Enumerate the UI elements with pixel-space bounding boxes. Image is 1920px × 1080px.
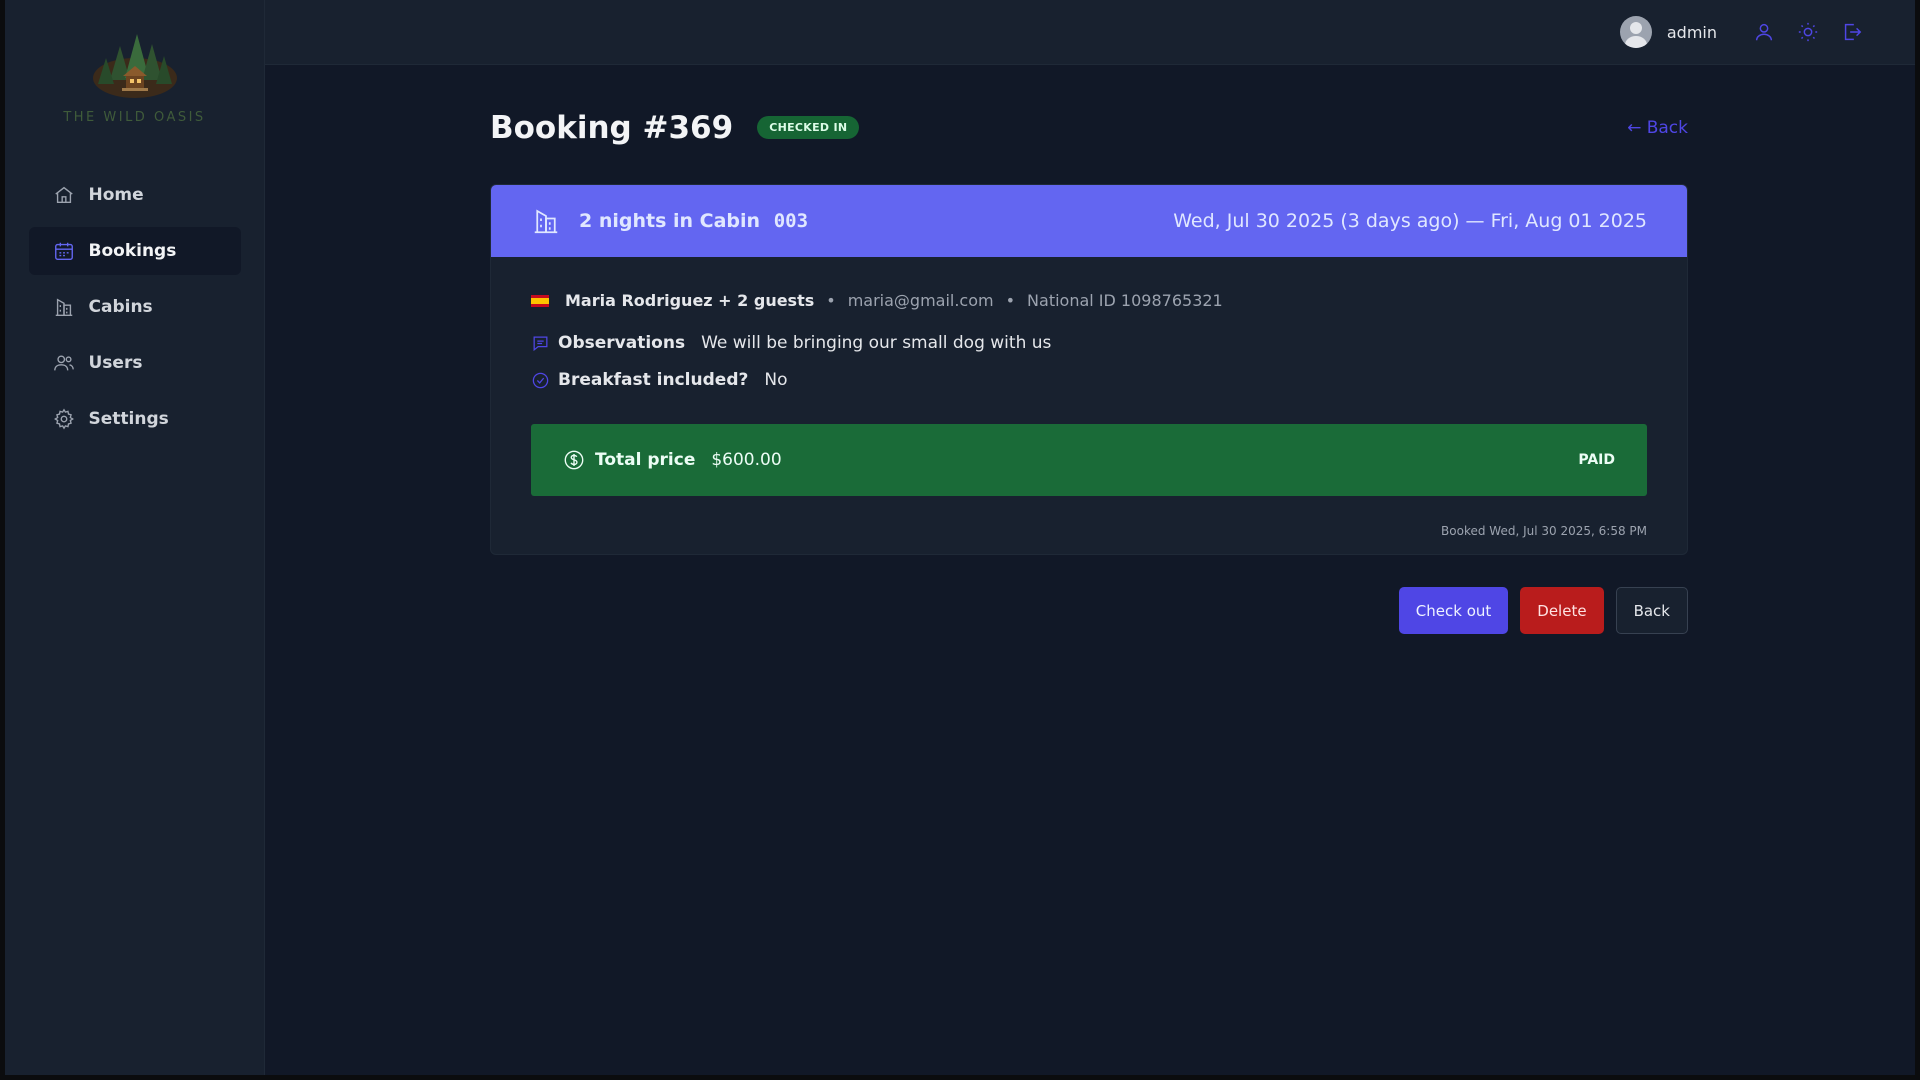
dollar-icon bbox=[563, 449, 585, 471]
sun-icon[interactable] bbox=[1797, 21, 1819, 43]
logo-title: THE WILD OASIS bbox=[63, 110, 206, 125]
guest-name: Maria Rodriguez + 2 guests bbox=[565, 291, 815, 310]
booking-details-card: 2 nights in Cabin 003 Wed, Jul 30 2025 (… bbox=[490, 184, 1688, 555]
delete-button[interactable]: Delete bbox=[1520, 587, 1604, 634]
payment-status: PAID bbox=[1578, 452, 1615, 468]
booking-dates: Wed, Jul 30 2025 (3 days ago) — Fri, Aug… bbox=[1173, 210, 1647, 232]
sidebar-nav: Home Bookings Cabins Users Settings bbox=[28, 171, 241, 443]
calendar-icon bbox=[53, 240, 75, 262]
status-badge: CHECKED IN bbox=[757, 116, 860, 139]
sidebar-item-cabins[interactable]: Cabins bbox=[29, 283, 241, 331]
price-value: $600.00 bbox=[711, 450, 782, 470]
guest-national-id: National ID 1098765321 bbox=[1027, 291, 1223, 310]
breakfast-label: Breakfast included? bbox=[558, 370, 749, 390]
booking-header-band: 2 nights in Cabin 003 Wed, Jul 30 2025 (… bbox=[491, 185, 1687, 257]
separator: • bbox=[826, 291, 836, 310]
chat-icon bbox=[531, 334, 550, 353]
price-box: Total price $600.00 PAID bbox=[531, 424, 1647, 496]
avatar bbox=[1619, 16, 1652, 48]
page-content: Booking #369 CHECKED IN ← Back 2 nights … bbox=[265, 65, 1915, 634]
check-circle-icon bbox=[531, 371, 550, 390]
observations-label: Observations bbox=[558, 333, 686, 353]
sidebar-item-label: Users bbox=[88, 353, 143, 373]
cabin-icon bbox=[531, 206, 561, 236]
cabin-number: 003 bbox=[773, 210, 809, 232]
username: admin bbox=[1666, 22, 1717, 42]
check-out-button[interactable]: Check out bbox=[1398, 587, 1509, 634]
action-bar: Check out Delete Back bbox=[490, 587, 1688, 634]
back-button[interactable]: Back bbox=[1615, 587, 1688, 634]
page-title: Booking #369 bbox=[490, 109, 734, 146]
sidebar-item-label: Home bbox=[88, 185, 144, 205]
top-header: admin bbox=[265, 0, 1915, 65]
logout-icon[interactable] bbox=[1841, 21, 1863, 43]
sidebar-item-users[interactable]: Users bbox=[29, 339, 241, 387]
price-label: Total price bbox=[595, 450, 696, 470]
sidebar-item-label: Cabins bbox=[88, 297, 153, 317]
user-icon[interactable] bbox=[1753, 21, 1775, 43]
main-area: admin Booking #369 CHECKED IN ← Back 2 n… bbox=[265, 0, 1915, 1075]
app-window: THE WILD OASIS Home Bookings Cabins User… bbox=[5, 0, 1915, 1075]
sidebar-item-bookings[interactable]: Bookings bbox=[28, 227, 241, 275]
separator: • bbox=[1005, 291, 1016, 310]
sidebar-item-label: Settings bbox=[88, 409, 169, 429]
nights-text: 2 nights in Cabin bbox=[579, 210, 761, 232]
guest-email: maria@gmail.com bbox=[847, 291, 994, 310]
sidebar: THE WILD OASIS Home Bookings Cabins User… bbox=[5, 0, 265, 1075]
sidebar-item-settings[interactable]: Settings bbox=[29, 395, 241, 443]
observations-value: We will be bringing our small dog with u… bbox=[701, 333, 1052, 353]
observations-row: Observations We will be bringing our sma… bbox=[531, 333, 1647, 353]
spain-flag-icon bbox=[531, 294, 549, 307]
users-icon bbox=[53, 352, 75, 374]
sidebar-item-label: Bookings bbox=[88, 241, 177, 261]
gear-icon bbox=[53, 408, 75, 430]
booked-timestamp: Booked Wed, Jul 30 2025, 6:58 PM bbox=[1441, 524, 1647, 538]
breakfast-row: Breakfast included? No bbox=[531, 370, 1647, 390]
sidebar-item-home[interactable]: Home bbox=[29, 171, 241, 219]
back-link[interactable]: ← Back bbox=[1627, 118, 1688, 138]
logo bbox=[90, 28, 180, 100]
breakfast-value: No bbox=[764, 370, 788, 390]
guest-row: Maria Rodriguez + 2 guests • maria@gmail… bbox=[531, 291, 1647, 310]
home-icon bbox=[53, 184, 75, 206]
user-profile[interactable]: admin bbox=[1619, 16, 1717, 48]
cabin-icon bbox=[53, 296, 75, 318]
title-row: Booking #369 CHECKED IN ← Back bbox=[490, 105, 1688, 150]
